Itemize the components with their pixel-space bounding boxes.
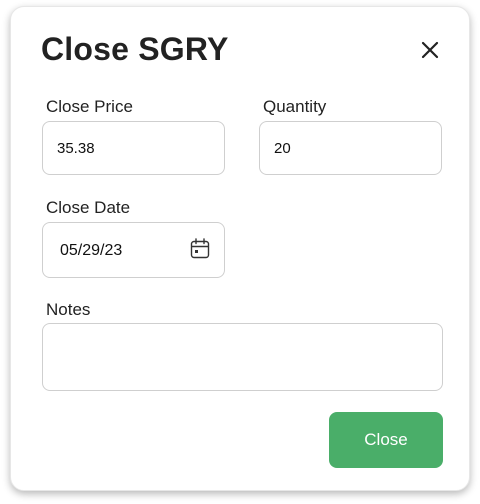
close-button[interactable]: Close: [329, 412, 443, 468]
close-date-input[interactable]: 05/29/23: [42, 222, 225, 278]
close-date-label: Close Date: [46, 198, 131, 217]
close-price-label: Close Price: [46, 97, 133, 116]
close-date-value: 05/29/23: [60, 242, 123, 259]
close-position-dialog: Close SGRY Close Price Quantity Close Da…: [10, 6, 470, 491]
calendar-icon[interactable]: [190, 238, 210, 260]
notes-label: Notes: [46, 300, 91, 319]
close-icon[interactable]: [419, 39, 441, 61]
dialog-title: Close SGRY: [41, 31, 229, 67]
notes-textarea[interactable]: [42, 323, 443, 391]
quantity-label: Quantity: [263, 97, 327, 116]
quantity-input[interactable]: [259, 121, 442, 175]
close-price-input[interactable]: [42, 121, 225, 175]
